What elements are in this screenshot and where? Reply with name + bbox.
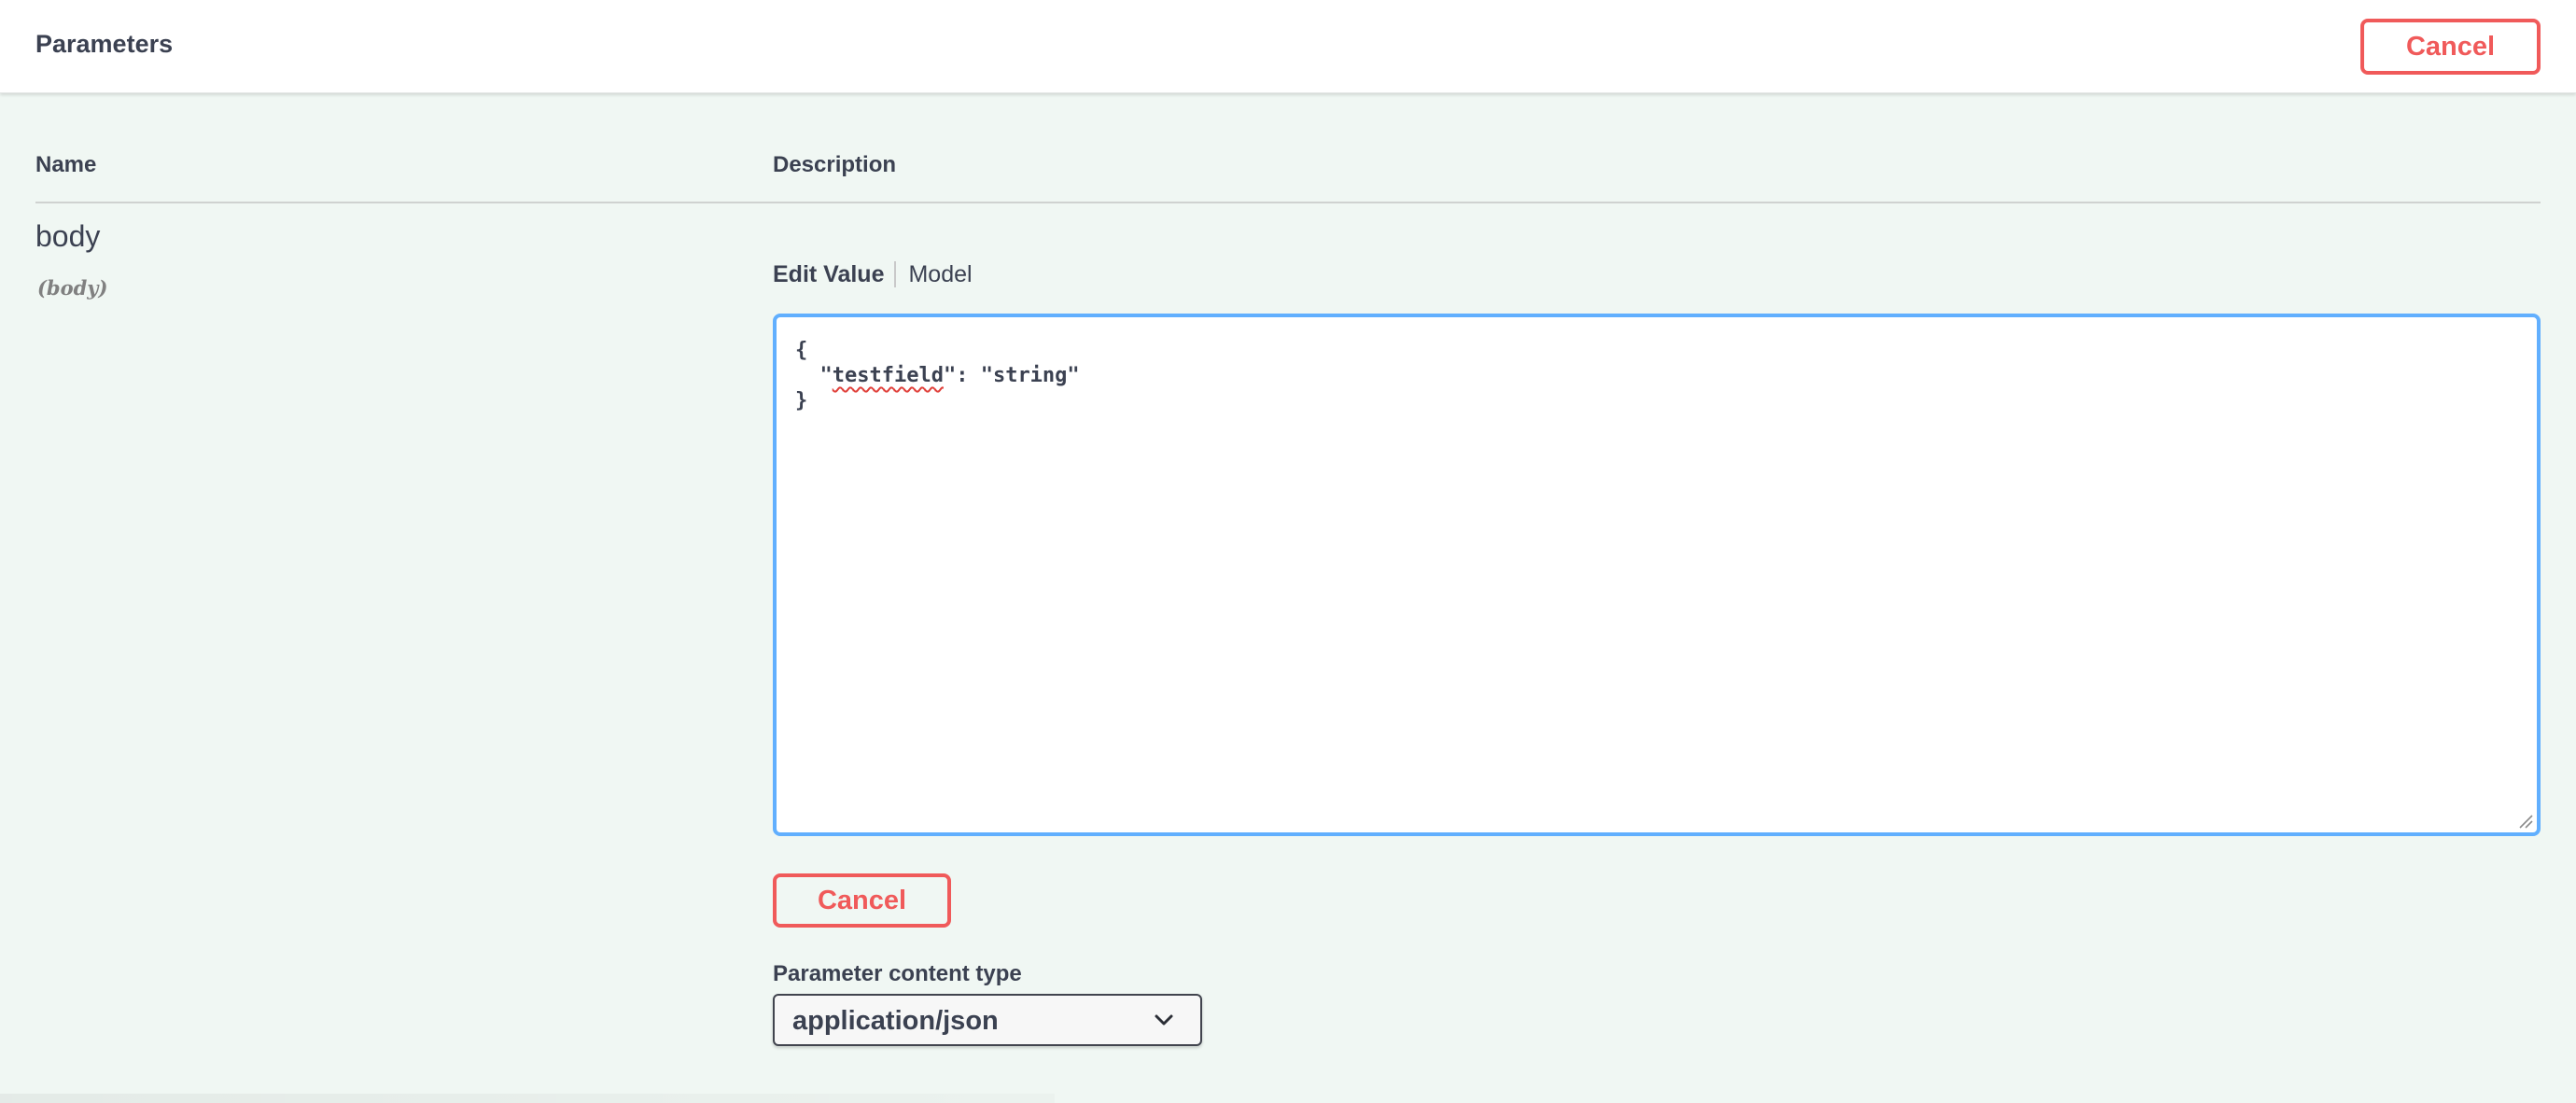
column-header-name: Name xyxy=(35,152,97,177)
content-type-value: application/json xyxy=(792,1006,999,1036)
parameter-name: body xyxy=(35,219,101,253)
editor-line-3: } xyxy=(795,389,808,412)
resize-grip-icon[interactable] xyxy=(2516,812,2533,829)
parameters-header: Parameters Cancel xyxy=(0,0,2576,93)
cancel-button-body[interactable]: Cancel xyxy=(773,873,951,928)
parameter-location: (body) xyxy=(37,276,108,300)
value-tabs: Edit Value Model xyxy=(773,258,973,290)
misspelled-word: testfield xyxy=(832,364,944,387)
editor-line-2: "testfield": "string" xyxy=(819,364,1080,387)
column-header-description: Description xyxy=(773,152,897,177)
tab-separator xyxy=(894,261,897,287)
tab-model[interactable]: Model xyxy=(908,261,972,288)
bottom-shadow xyxy=(0,1094,1055,1103)
chevron-down-icon xyxy=(1155,1014,1173,1026)
body-editor-textarea[interactable]: { "testfield": "string" } xyxy=(773,314,2541,836)
content-type-select[interactable]: application/json xyxy=(773,994,1202,1046)
cancel-button-header[interactable]: Cancel xyxy=(2360,19,2541,75)
table-divider xyxy=(35,202,2541,203)
content-type-label: Parameter content type xyxy=(773,961,1022,986)
tab-edit-value[interactable]: Edit Value xyxy=(773,261,884,288)
editor-line-1: { xyxy=(795,339,808,362)
header-title: Parameters xyxy=(35,30,174,58)
